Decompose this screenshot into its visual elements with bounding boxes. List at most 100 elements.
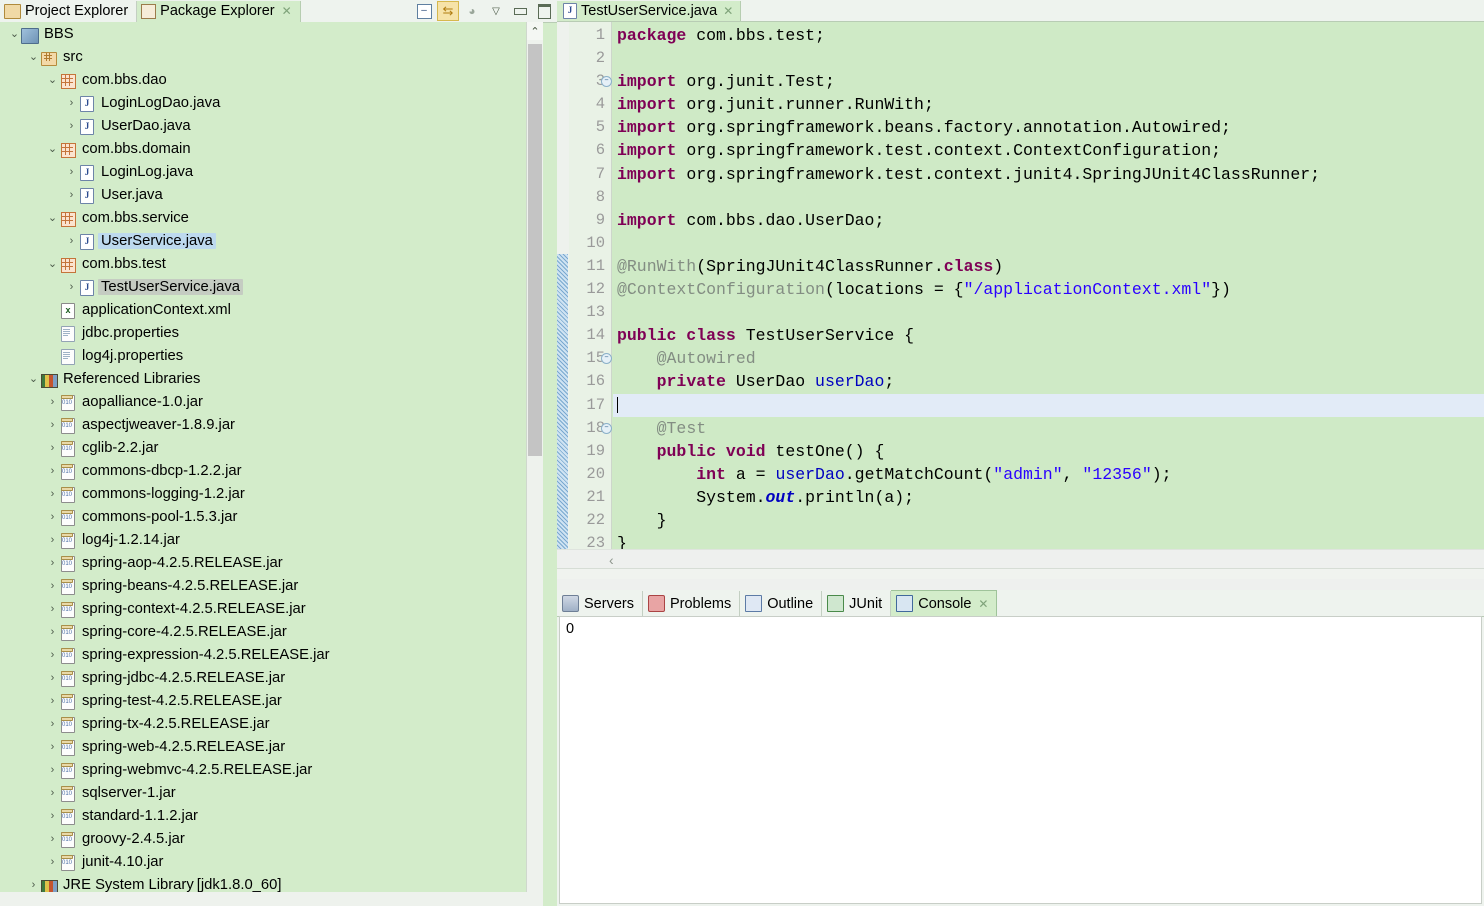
maximize-button[interactable] [533,1,555,21]
chevron-down-icon[interactable]: ⌄ [46,73,59,86]
chevron-right-icon[interactable]: › [46,511,59,523]
chevron-right-icon[interactable]: › [46,396,59,408]
tree-item[interactable]: › spring-aop-4.2.5.RELEASE.jar [0,551,534,574]
explorer-vertical-scrollbar[interactable]: ⌃ [526,22,543,906]
code-line[interactable]: package com.bbs.test; [613,24,1484,47]
tree-item[interactable]: › aopalliance-1.0.jar [0,390,534,413]
chevron-right-icon[interactable]: › [46,856,59,868]
code-line[interactable] [613,393,1484,417]
project-tree[interactable]: ⌄ BBS ⌄ src ⌄ com.bbs.dao › J LoginLogDao.java › J… [0,22,534,906]
tree-item[interactable]: ⌄ com.bbs.test [0,252,534,275]
chevron-right-icon[interactable]: › [65,235,78,247]
chevron-right-icon[interactable]: › [46,580,59,592]
code-line[interactable]: private UserDao userDao; [613,370,1484,393]
scroll-left-icon[interactable]: ‹ [609,552,614,568]
tree-item[interactable]: › spring-web-4.2.5.RELEASE.jar [0,735,534,758]
scrollbar-thumb[interactable] [528,44,542,456]
code-line[interactable]: @Test [613,417,1484,440]
tree-item[interactable]: log4j.properties [0,344,534,367]
tree-item[interactable]: › cglib-2.2.jar [0,436,534,459]
focus-on-active-task-button[interactable]: ◕ [461,1,483,21]
tree-item[interactable]: › spring-jdbc-4.2.5.RELEASE.jar [0,666,534,689]
chevron-right-icon[interactable]: › [46,465,59,477]
tree-item[interactable]: ⌄ src [0,45,534,68]
minimize-button[interactable] [509,1,531,21]
chevron-right-icon[interactable]: › [46,695,59,707]
chevron-right-icon[interactable]: › [46,488,59,500]
tree-item[interactable]: ⌄ com.bbs.service [0,206,534,229]
chevron-down-icon[interactable]: ⌄ [46,211,59,224]
chevron-right-icon[interactable]: › [65,166,78,178]
chevron-down-icon[interactable]: ⌄ [46,142,59,155]
code-line[interactable] [613,301,1484,324]
tree-item[interactable]: ⌄ Referenced Libraries [0,367,534,390]
tree-item[interactable]: ⌄ BBS [0,22,534,45]
code-line[interactable]: import com.bbs.dao.UserDao; [613,209,1484,232]
tree-item[interactable]: › spring-tx-4.2.5.RELEASE.jar [0,712,534,735]
code-line[interactable]: import org.springframework.test.context.… [613,139,1484,162]
code-line[interactable]: int a = userDao.getMatchCount("admin", "… [613,463,1484,486]
tree-item[interactable]: › J UserDao.java [0,114,534,137]
tree-item[interactable]: › spring-context-4.2.5.RELEASE.jar [0,597,534,620]
chevron-right-icon[interactable]: › [46,810,59,822]
tab-console[interactable]: Console ✕ [891,590,998,616]
tree-item[interactable]: › J LoginLogDao.java [0,91,534,114]
code-editor[interactable]: 123–456789101112131415–161718–1920212223… [557,22,1484,571]
tree-item[interactable]: › aspectjweaver-1.8.9.jar [0,413,534,436]
console-output[interactable]: 0 [559,616,1482,904]
code-line[interactable]: import org.junit.Test; [613,70,1484,93]
tree-item[interactable]: jdbc.properties [0,321,534,344]
tree-item[interactable]: › log4j-1.2.14.jar [0,528,534,551]
tab-problems[interactable]: Problems [642,591,741,616]
chevron-down-icon[interactable]: ⌄ [8,27,21,40]
tab-package-explorer[interactable]: Package Explorer ✕ [137,0,301,22]
tree-item[interactable]: › J UserService.java [0,229,534,252]
tree-item[interactable]: › standard-1.1.2.jar [0,804,534,827]
tree-item[interactable]: ⌄ com.bbs.dao [0,68,534,91]
code-line[interactable] [613,47,1484,70]
code-line[interactable] [613,232,1484,255]
tree-item[interactable]: › spring-beans-4.2.5.RELEASE.jar [0,574,534,597]
tree-item[interactable]: › junit-4.10.jar [0,850,534,873]
chevron-right-icon[interactable]: › [65,97,78,109]
chevron-right-icon[interactable]: › [46,649,59,661]
chevron-right-icon[interactable]: › [65,120,78,132]
tab-junit[interactable]: JUnit [822,591,892,616]
tree-item[interactable]: › J User.java [0,183,534,206]
scroll-up-icon[interactable]: ⌃ [527,22,543,40]
tab-project-explorer[interactable]: Project Explorer [0,0,138,22]
tree-item[interactable]: x applicationContext.xml [0,298,534,321]
code-line[interactable]: public void testOne() { [613,440,1484,463]
collapse-all-button[interactable]: – [413,1,435,21]
code-line[interactable]: import org.junit.runner.RunWith; [613,93,1484,116]
tree-item[interactable]: › spring-test-4.2.5.RELEASE.jar [0,689,534,712]
scrollbar-track[interactable] [557,568,1484,579]
fold-toggle-icon[interactable]: – [601,76,612,88]
tree-item[interactable]: › commons-logging-1.2.jar [0,482,534,505]
chevron-right-icon[interactable]: › [46,442,59,454]
tree-item[interactable]: › spring-core-4.2.5.RELEASE.jar [0,620,534,643]
view-menu-button[interactable]: ▽ [485,1,507,21]
tree-item[interactable]: › J TestUserService.java [0,275,534,298]
chevron-right-icon[interactable]: › [46,718,59,730]
chevron-down-icon[interactable]: ⌄ [27,50,40,63]
code-line[interactable]: @RunWith(SpringJUnit4ClassRunner.class) [613,255,1484,278]
chevron-down-icon[interactable]: ⌄ [27,372,40,385]
tree-item[interactable]: › spring-webmvc-4.2.5.RELEASE.jar [0,758,534,781]
tab-servers[interactable]: Servers [557,591,643,616]
code-line[interactable]: System.out.println(a); [613,486,1484,509]
chevron-right-icon[interactable]: › [65,189,78,201]
chevron-right-icon[interactable]: › [65,281,78,293]
chevron-right-icon[interactable]: › [46,741,59,753]
code-line[interactable]: import org.springframework.beans.factory… [613,116,1484,139]
code-line[interactable]: @Autowired [613,347,1484,370]
chevron-right-icon[interactable]: › [46,419,59,431]
close-icon[interactable]: ✕ [282,1,292,22]
fold-toggle-icon[interactable]: – [601,422,612,434]
tree-item[interactable]: › spring-expression-4.2.5.RELEASE.jar [0,643,534,666]
fold-toggle-icon[interactable]: – [601,353,612,365]
code-line[interactable] [613,186,1484,209]
link-with-editor-button[interactable]: ⇆ [437,1,459,21]
code-line[interactable]: @ContextConfiguration(locations = {"/app… [613,278,1484,301]
code-line[interactable]: } [613,509,1484,532]
